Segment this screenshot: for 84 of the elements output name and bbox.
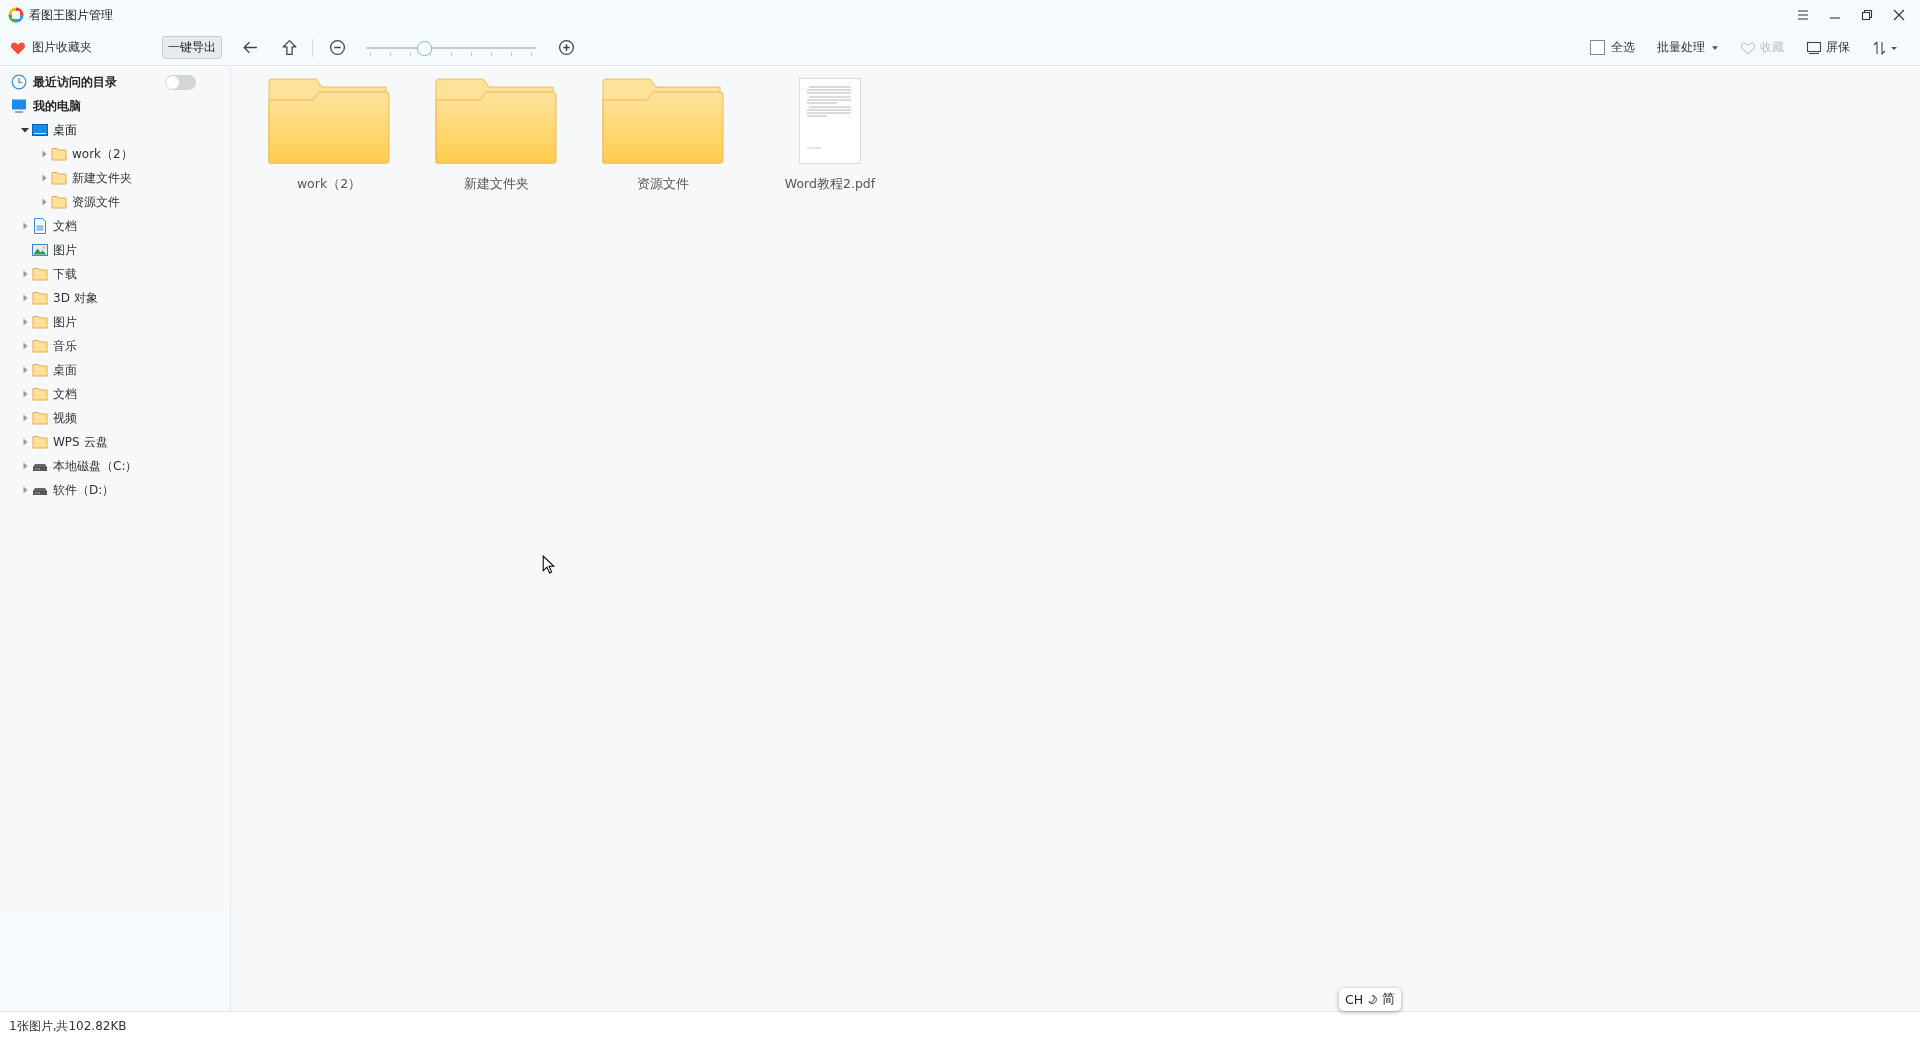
folder-icon[interactable] (602, 78, 724, 164)
tree-item[interactable]: 新建文件夹 (72, 169, 132, 187)
file-name[interactable]: Word教程2.pdf (784, 176, 876, 193)
expand-caret-icon[interactable] (20, 318, 29, 326)
screensaver-button[interactable]: 屏保 (1806, 39, 1850, 56)
tree-item[interactable]: 桌面 (53, 121, 77, 139)
moon-icon (1367, 994, 1379, 1005)
expand-caret-icon[interactable] (20, 390, 29, 398)
file-name[interactable]: 新建文件夹 (463, 176, 529, 193)
folder-icon (32, 338, 48, 354)
folder-icon (32, 290, 48, 306)
select-all-checkbox[interactable] (1590, 40, 1605, 55)
slider-thumb[interactable] (416, 40, 432, 56)
expand-caret-icon[interactable] (20, 414, 29, 422)
tree-item[interactable]: 图片 (53, 241, 77, 259)
monitor-icon (1806, 39, 1822, 56)
tree-item[interactable]: 本地磁盘（C:） (53, 457, 138, 475)
folder-icon (32, 410, 48, 426)
ime-mode: 简 (1382, 991, 1396, 1008)
folder-icon (32, 434, 48, 450)
expand-caret-icon[interactable] (20, 462, 29, 470)
recent-toggle[interactable] (165, 74, 196, 90)
zoom-out-icon[interactable] (329, 39, 346, 56)
monitor-icon (11, 98, 27, 114)
tree-item[interactable]: 资源文件 (72, 193, 120, 211)
sort-icon[interactable] (1872, 39, 1898, 56)
close-icon[interactable] (1893, 9, 1905, 21)
folder-icon (51, 170, 67, 186)
expand-caret-icon[interactable] (20, 294, 29, 302)
expand-caret-icon[interactable] (39, 198, 48, 206)
ime-language: CH (1345, 992, 1364, 1007)
expand-caret-icon[interactable] (20, 366, 29, 374)
select-all-label[interactable]: 全选 (1611, 39, 1635, 56)
menu-icon[interactable] (1797, 9, 1809, 21)
tree-item[interactable]: work（2） (72, 145, 133, 163)
folder-icon (32, 386, 48, 402)
pictures-icon (32, 242, 48, 258)
favorites-label[interactable]: 图片收藏夹 (32, 39, 92, 56)
export-button[interactable]: 一键导出 (162, 36, 222, 59)
input-method-indicator[interactable]: CH 简 (1339, 988, 1402, 1011)
clock-icon (11, 74, 27, 90)
folder-icon (51, 146, 67, 162)
folder-icon[interactable] (268, 78, 390, 164)
collapse-caret-icon[interactable] (20, 126, 29, 134)
document-icon (32, 218, 48, 234)
up-arrow-icon[interactable] (281, 39, 298, 56)
file-name[interactable]: work（2） (296, 176, 362, 193)
expand-caret-icon[interactable] (20, 438, 29, 446)
zoom-in-icon[interactable] (558, 39, 575, 56)
folder-icon (32, 266, 48, 282)
expand-caret-icon[interactable] (20, 222, 29, 230)
tree-item[interactable]: WPS 云盘 (53, 433, 108, 451)
tree-item[interactable]: 文档 (53, 217, 77, 235)
tree-item[interactable]: 3D 对象 (53, 289, 98, 307)
tree-item[interactable]: 桌面 (53, 361, 77, 379)
expand-caret-icon[interactable] (39, 174, 48, 182)
window-title: 看图王图片管理 (29, 6, 113, 24)
expand-caret-icon[interactable] (20, 486, 29, 494)
my-computer-label[interactable]: 我的电脑 (33, 97, 81, 115)
expand-caret-icon[interactable] (39, 150, 48, 158)
restore-icon[interactable] (1861, 9, 1873, 21)
back-arrow-icon[interactable] (242, 39, 259, 56)
tree-item[interactable]: 图片 (53, 313, 77, 331)
file-name[interactable]: 资源文件 (637, 176, 689, 193)
status-bar: 1张图片,共102.82KB (0, 1011, 1920, 1040)
folder-icon (51, 194, 67, 210)
tree-item[interactable]: 下载 (53, 265, 77, 283)
mouse-cursor-icon (542, 555, 555, 574)
app-logo-icon (8, 7, 24, 23)
caret-icon (1712, 45, 1718, 50)
tree-item[interactable]: 视频 (53, 409, 77, 427)
tree-item[interactable]: 软件（D:） (53, 481, 115, 499)
expand-caret-icon[interactable] (20, 270, 29, 278)
document-thumbnail[interactable] (799, 78, 861, 164)
folder-icon (32, 314, 48, 330)
tree-item[interactable]: 文档 (53, 385, 77, 403)
tree-item[interactable]: 音乐 (53, 337, 77, 355)
heart-icon (1740, 39, 1756, 56)
expand-caret-icon[interactable] (20, 342, 29, 350)
recent-directories-label[interactable]: 最近访问的目录 (33, 73, 117, 91)
folder-icon (32, 362, 48, 378)
batch-process-button[interactable]: 批量处理 (1657, 39, 1718, 56)
folder-icon[interactable] (435, 78, 557, 164)
desktop-icon (32, 122, 48, 138)
